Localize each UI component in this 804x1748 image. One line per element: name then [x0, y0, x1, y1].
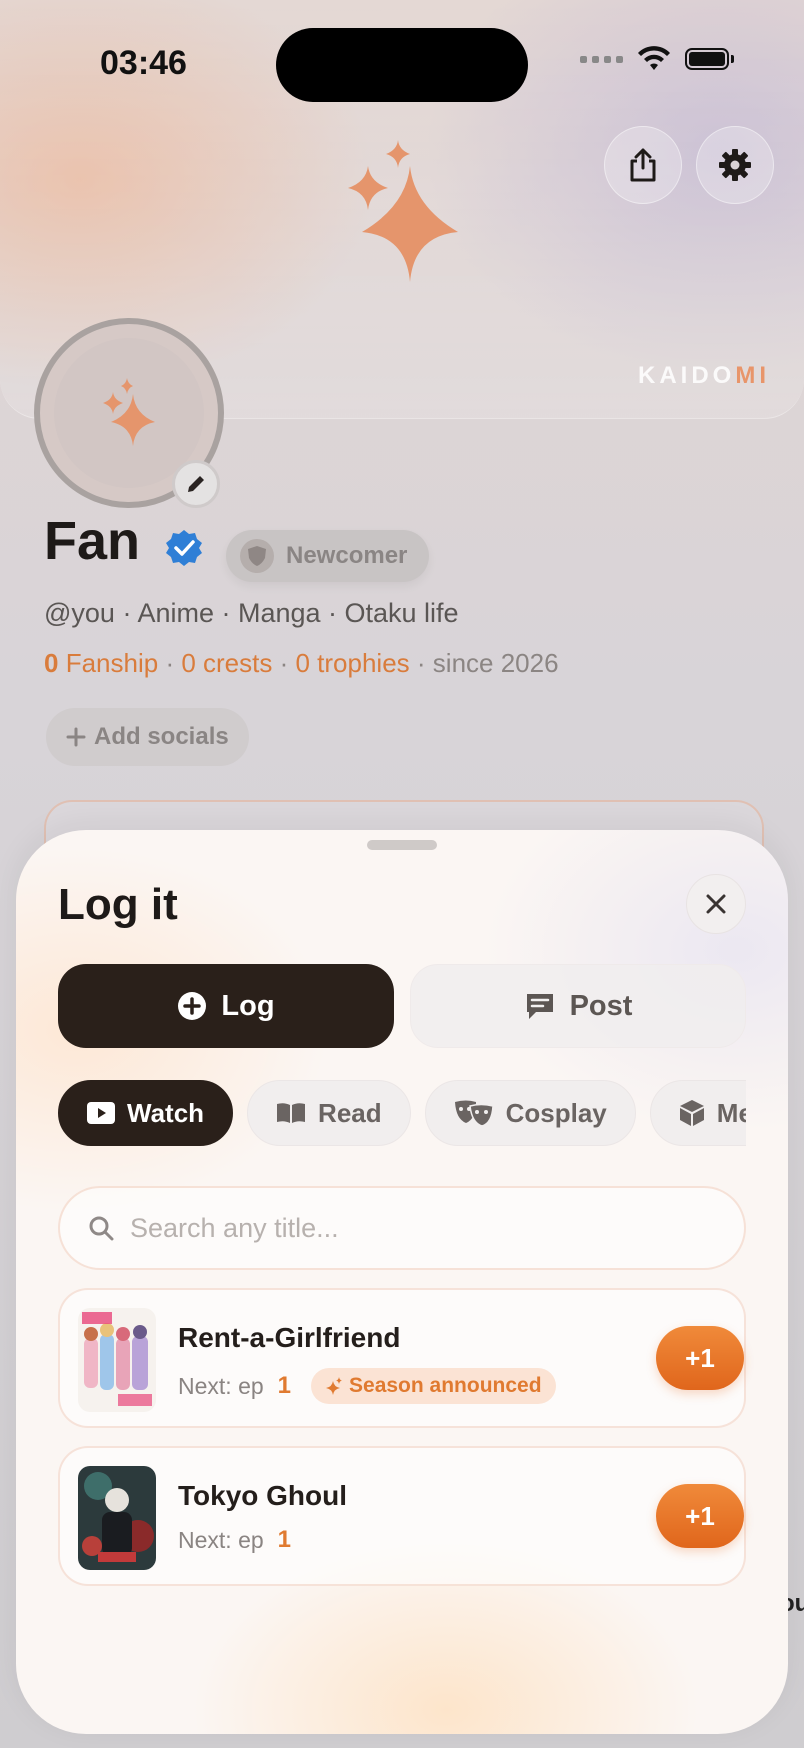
cover-image [78, 1308, 156, 1412]
item-progress: Next: ep 1 Season announced [178, 1368, 556, 1404]
verified-icon [166, 530, 202, 566]
category-chips: Watch Read Cosplay Me [58, 1080, 746, 1146]
search-bar[interactable] [58, 1186, 746, 1270]
play-icon [87, 1102, 115, 1124]
avatar-sparkle-icon [103, 378, 155, 446]
pencil-icon [188, 476, 204, 492]
rank-badge[interactable]: Newcomer [226, 530, 430, 582]
chip-read[interactable]: Read [247, 1080, 411, 1146]
next-label: Next: ep [178, 1372, 264, 1399]
add-socials-button[interactable]: Add socials [46, 708, 249, 766]
cover-image [78, 1466, 156, 1570]
gear-icon [719, 149, 751, 181]
rank-badge-label: Newcomer [286, 542, 408, 569]
edit-avatar-button[interactable] [172, 460, 220, 508]
log-mode-label: Log [221, 989, 275, 1022]
settings-button[interactable] [696, 126, 774, 204]
post-mode-label: Post [569, 989, 633, 1022]
box-icon [679, 1100, 704, 1126]
sheet-grabber[interactable] [367, 840, 437, 850]
next-episode: 1 [277, 1526, 292, 1553]
fanship-label[interactable]: Fanship [66, 648, 159, 678]
cellular-signal-icon [580, 55, 623, 63]
season-tag-label: Season announced [349, 1374, 542, 1397]
item-title: Tokyo Ghoul [178, 1480, 348, 1511]
crests-count[interactable]: 0 crests [181, 648, 272, 678]
plus-icon [66, 727, 86, 747]
share-button[interactable] [604, 126, 682, 204]
season-announced-badge: Season announced [311, 1368, 556, 1404]
fanship-count: 0 [44, 648, 59, 678]
chip-watch[interactable]: Watch [58, 1080, 234, 1146]
chip-label: Read [318, 1097, 382, 1128]
chip-merch[interactable]: Merch [649, 1080, 746, 1146]
sparkle-small-icon [326, 1377, 343, 1395]
log-mode-button[interactable]: Log [58, 964, 394, 1048]
list-item[interactable]: Rent-a-Girlfriend Next: ep 1 Season anno… [58, 1288, 746, 1428]
increment-episode-button[interactable]: +1 [656, 1484, 744, 1548]
battery-icon [685, 48, 729, 70]
chip-label: Merch [716, 1097, 746, 1128]
brand-logo: KAIDOMI [638, 362, 771, 389]
log-sheet: Log it Log Post Watch Read Cosplay Me Se… [16, 830, 788, 1734]
sparkle-icon [348, 140, 458, 282]
book-icon [277, 1103, 306, 1123]
trophies-count[interactable]: 0 trophies [295, 648, 409, 678]
chip-cosplay[interactable]: Cosplay [424, 1080, 636, 1146]
next-episode: 1 [277, 1372, 292, 1399]
list-item[interactable]: Tokyo Ghoul Next: ep 1 +1 [58, 1446, 746, 1586]
status-time: 03:46 [100, 44, 187, 82]
increment-episode-button[interactable]: +1 [656, 1326, 744, 1390]
shield-icon [240, 539, 274, 573]
close-icon [706, 894, 726, 914]
search-input[interactable] [128, 1211, 692, 1245]
wifi-icon [638, 46, 670, 70]
plus-circle-icon [178, 992, 207, 1020]
dynamic-island [276, 28, 528, 102]
add-socials-label: Add socials [94, 723, 229, 750]
next-label: Next: ep [178, 1526, 264, 1553]
status-icons [580, 46, 734, 72]
profile-stats: 0 Fanship · 0 crests · 0 trophies · sinc… [44, 648, 559, 678]
sheet-title: Log it [58, 880, 178, 929]
profile-bio: @you · Anime · Manga · Otaku life [44, 598, 459, 628]
post-mode-button[interactable]: Post [410, 964, 746, 1048]
chip-label: Watch [127, 1097, 205, 1128]
close-button[interactable] [686, 874, 746, 934]
profile-name: Fan [44, 511, 141, 571]
message-icon [526, 994, 553, 1019]
member-since: since 2026 [432, 648, 559, 678]
search-icon [89, 1216, 114, 1241]
item-progress: Next: ep 1 [178, 1526, 291, 1554]
theater-masks-icon [454, 1100, 494, 1127]
share-icon [630, 148, 656, 182]
chip-label: Cosplay [505, 1097, 607, 1128]
item-title: Rent-a-Girlfriend [178, 1322, 401, 1353]
